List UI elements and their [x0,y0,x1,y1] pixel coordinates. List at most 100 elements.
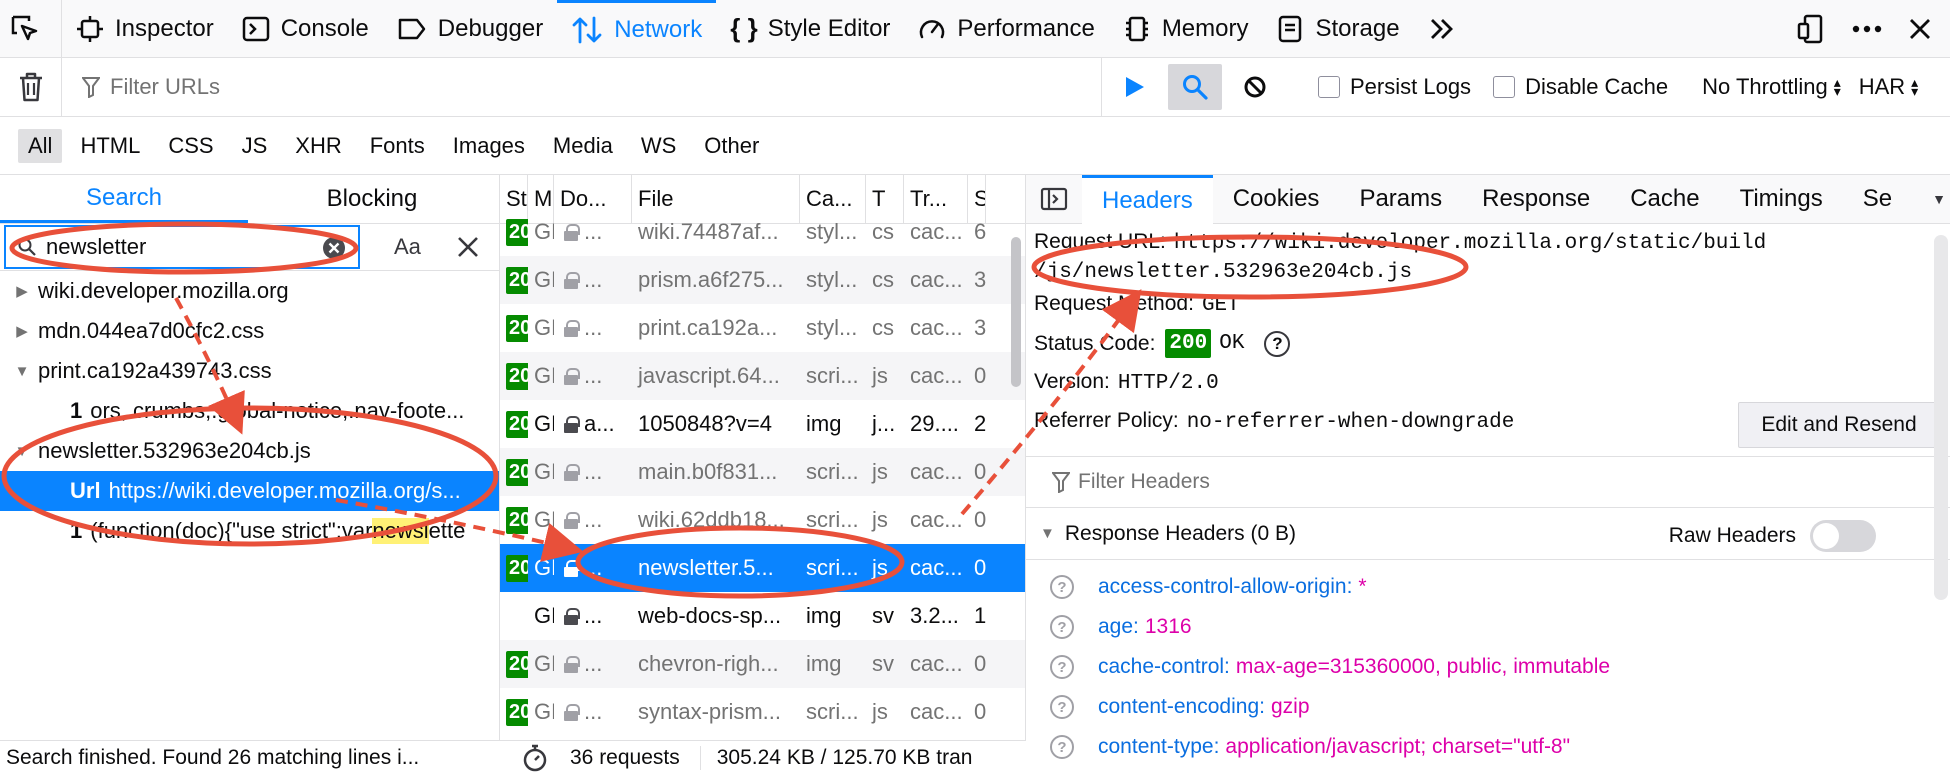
type-filter-css[interactable]: CSS [158,129,223,163]
tab-inspector[interactable]: Inspector [62,0,228,58]
responsive-design-icon[interactable] [1796,14,1826,44]
request-row[interactable]: 20GE... print.ca192a... styl... cs cac... 3 [500,304,1025,352]
raw-headers-toggle[interactable]: Raw Headers [1669,520,1876,552]
tab-cookies[interactable]: Cookies [1213,175,1340,224]
tab-blocking[interactable]: Blocking [248,175,496,223]
response-header-row[interactable]: ? age: 1316 [1026,607,1950,647]
cell-file: chevron-righ... [638,651,779,676]
twisty-collapsed-icon[interactable]: ▶ [12,282,32,300]
response-header-row[interactable]: ? content-encoding: gzip [1026,687,1950,727]
request-row[interactable]: 20GE... wiki.62ddb18... scri... js cac... 0 [500,496,1025,544]
twisty-expanded-icon[interactable]: ▼ [12,443,32,460]
filter-urls-input[interactable]: Filter URLs [62,57,1102,117]
result-url-row[interactable]: Url https://wiki.developer.mozilla.org/s… [0,471,499,511]
tab-response[interactable]: Response [1462,175,1610,224]
har-menu[interactable]: HAR ▴ ▾ [1859,74,1918,100]
throttling-select[interactable]: No Throttling ▴ ▾ [1702,74,1841,100]
result-line-row[interactable]: 1 (function(doc){"use strict";var newsl e… [0,511,499,551]
request-row[interactable]: 20GE... newsletter.5... scri... js cac... 0 [500,544,1025,592]
result-file-row[interactable]: ▼ print.ca192a439743.css [0,351,499,391]
request-list-scrollbar[interactable] [1011,237,1021,387]
checkbox-box[interactable] [1493,76,1516,98]
details-scrollbar[interactable] [1934,235,1948,600]
header-help-icon[interactable]: ? [1050,575,1074,599]
more-options-icon[interactable] [1852,25,1882,33]
response-header-row[interactable]: ? content-type: application/javascript; ch… [1026,727,1950,767]
request-row[interactable]: 20GE a... 1050848?v=4 img j... 29.... 2 [500,400,1025,448]
clear-search-icon[interactable] [322,236,346,260]
close-search-icon[interactable] [457,236,479,258]
status-badge: 20 [506,266,528,294]
tab-timings[interactable]: Timings [1720,175,1843,224]
type-filter-ws[interactable]: WS [631,129,686,163]
toggle-switch[interactable] [1810,520,1876,552]
type-filter-html[interactable]: HTML [70,129,150,163]
block-requests-button[interactable] [1228,64,1282,110]
header-help-icon[interactable]: ? [1050,615,1074,639]
request-row[interactable]: 20GE... chevron-righ... img sv cac... 0 [500,640,1025,688]
type-filter-images[interactable]: Images [443,129,535,163]
tab-cache[interactable]: Cache [1610,175,1719,224]
checkbox-box[interactable] [1318,76,1340,98]
search-input[interactable]: newsletter [4,225,360,269]
throttling-value: No Throttling [1702,74,1828,99]
toggle-sidebar-button[interactable] [1026,175,1082,224]
cell-status: 20 [500,352,528,400]
tab-performance[interactable]: Performance [904,0,1108,58]
case-sensitive-toggle[interactable]: Aa [394,234,421,260]
persist-logs-checkbox[interactable]: Persist Logs [1318,74,1471,100]
request-row[interactable]: GE... web-docs-sp... img sv 3.2... 10 [500,592,1025,640]
more-tools-button[interactable] [1414,0,1481,58]
status-badge: 200 [1165,329,1212,358]
tab-debugger[interactable]: Debugger [383,0,557,58]
header-help-icon[interactable]: ? [1050,655,1074,679]
header-help-icon[interactable]: ? [1050,735,1074,759]
tab-search[interactable]: Search [0,175,248,223]
result-file-row[interactable]: ▼ newsletter.532963e204cb.js [0,431,499,471]
performance-analysis-button[interactable] [500,744,570,772]
request-row[interactable]: 20GE... javascript.64... scri... js cac... 0 [500,352,1025,400]
domain-text: ... [584,315,603,340]
response-header-row[interactable]: ? cache-control: max-age=315360000, public… [1026,647,1950,687]
edit-and-resend-button[interactable]: Edit and Resend [1738,402,1940,448]
tab-memory[interactable]: Memory [1109,0,1263,58]
cell-cause: scri... [806,555,859,580]
tab-headers[interactable]: Headers [1082,175,1213,224]
tab-params[interactable]: Params [1339,175,1462,224]
request-row[interactable]: 20GE... syntax-prism... scri... js cac... 0 [500,688,1025,736]
clear-requests-button[interactable] [0,57,62,117]
record-button[interactable] [1108,64,1162,110]
filter-headers-input[interactable]: Filter Headers [1026,456,1950,508]
tab-network[interactable]: Network [557,0,717,58]
response-header-row[interactable]: ? access-control-allow-origin: * [1026,567,1950,607]
search-toggle-button[interactable] [1168,64,1222,110]
result-file-row[interactable]: ▶ mdn.044ea7d0cfc2.css [0,311,499,351]
type-filter-fonts[interactable]: Fonts [360,129,435,163]
request-row[interactable]: 20GE... wiki.74487af... styl... cs cac... 6 [500,208,1025,256]
tab-storage[interactable]: Storage [1262,0,1413,58]
tab-console[interactable]: Console [228,0,383,58]
type-filter-xhr[interactable]: XHR [285,129,351,163]
result-line-row[interactable]: 1 ors,.crumbs,.global-notice,.nav-foote.… [0,391,499,431]
result-file-row[interactable]: ▶ wiki.developer.mozilla.org [0,271,499,311]
twisty-collapsed-icon[interactable]: ▶ [12,322,32,340]
type-filter-all[interactable]: All [18,128,63,163]
cell-size: 0 [974,507,986,532]
element-picker-button[interactable] [0,0,62,58]
type-filter-media[interactable]: Media [543,129,623,163]
twisty-expanded-icon[interactable]: ▼ [1040,525,1055,542]
tabs-overflow-icon[interactable]: ▼ [1932,191,1946,207]
tab-security[interactable]: Se [1843,175,1912,224]
status-badge: 20 [506,506,528,534]
request-row[interactable]: 20GE... prism.a6f275... styl... cs cac... 3 [500,256,1025,304]
response-header-row[interactable]: ?date:Tue, 08 Oct 2019 14:16:55 GMT [1026,767,1950,774]
request-row[interactable]: 20GE... main.b0f831... scri... js cac... 0 [500,448,1025,496]
type-filter-other[interactable]: Other [694,129,769,163]
tab-style-editor[interactable]: { } Style Editor [716,0,904,58]
help-icon[interactable]: ? [1264,330,1291,357]
twisty-expanded-icon[interactable]: ▼ [12,363,32,380]
header-help-icon[interactable]: ? [1050,695,1074,719]
close-icon[interactable] [1908,17,1932,41]
type-filter-js[interactable]: JS [232,129,278,163]
disable-cache-checkbox[interactable]: Disable Cache [1493,74,1668,100]
